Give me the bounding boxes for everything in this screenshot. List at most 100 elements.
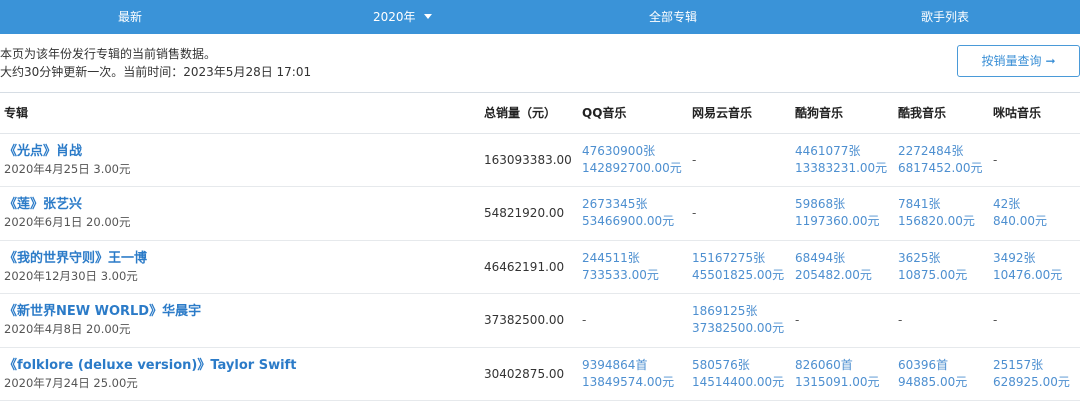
album-release-info: 2020年4月25日 3.00元 [4, 161, 131, 176]
table-row: 《我的世界守则》王一博 2020年12月30日 3.00元 46462191.00 2… [0, 240, 1080, 294]
netease-count: 15167275张 [692, 250, 766, 265]
qq-revenue: 53466900.00元 [582, 214, 675, 229]
total-sales-cell: 54821920.00 [480, 186, 578, 241]
album-cell: 《莲》张艺兴 2020年6月1日 20.00元 [0, 186, 480, 241]
migu-count: 3492张 [993, 250, 1036, 265]
netease-revenue: 14514400.00元 [692, 374, 785, 389]
netease-no-data: - [692, 152, 697, 167]
migu-sales-cell: 42张 840.00元 [989, 186, 1080, 241]
migu-revenue: 840.00元 [993, 214, 1047, 229]
qq-sales-cell: 47630900张 142892700.00元 [578, 133, 688, 187]
netease-sales-cell: 1869125张 37382500.00元 [688, 293, 791, 348]
album-cell: 《我的世界守则》王一博 2020年12月30日 3.00元 [0, 240, 480, 294]
col-header-qq[interactable]: QQ音乐 [578, 93, 688, 134]
total-sales-cell: 46462191.00 [480, 240, 578, 294]
kugou-revenue: 205482.00元 [795, 267, 872, 282]
table-row: 《新世界NEW WORLD》华晨宇 2020年4月8日 20.00元 3738250… [0, 293, 1080, 348]
album-title-link[interactable]: 《莲》张艺兴 [4, 196, 480, 214]
netease-sales-cell: 15167275张 45501825.00元 [688, 240, 791, 294]
kuwo-count: 7841张 [898, 197, 941, 212]
kuwo-revenue: 156820.00元 [898, 214, 975, 229]
qq-sales-cell: - [578, 293, 688, 348]
info-line-1: 本页为该年份发行专辑的当前销售数据。 [0, 47, 217, 61]
kuwo-count: 60396首 [898, 357, 949, 372]
kuwo-sales-cell: 3625张 10875.00元 [894, 240, 989, 294]
nav-all-albums[interactable]: 全部专辑 [649, 0, 697, 34]
album-release-info: 2020年4月8日 20.00元 [4, 322, 131, 337]
col-header-migu[interactable]: 咪咕音乐 [989, 93, 1080, 134]
migu-sales-cell: - [989, 293, 1080, 348]
netease-sales-cell: - [688, 186, 791, 241]
qq-count: 9394864首 [582, 357, 648, 372]
migu-count: 42张 [993, 197, 1021, 212]
sort-by-sales-button[interactable]: 按销量查询 ➞ [957, 45, 1080, 77]
kuwo-sales-cell: 2272484张 6817452.00元 [894, 133, 989, 187]
col-header-netease[interactable]: 网易云音乐 [688, 93, 791, 134]
migu-revenue: 10476.00元 [993, 267, 1063, 282]
info-text: 本页为该年份发行专辑的当前销售数据。 大约30分钟更新一次。当前时间：2023年… [0, 45, 311, 81]
chevron-down-icon [423, 14, 432, 19]
qq-revenue: 142892700.00元 [582, 160, 682, 175]
album-release-info: 2020年7月24日 25.00元 [4, 375, 138, 390]
qq-sales-cell: 244511张 733533.00元 [578, 240, 688, 294]
total-sales-cell: 163093383.00 [480, 133, 578, 187]
kuwo-revenue: 10875.00元 [898, 267, 968, 282]
info-line-2: 大约30分钟更新一次。当前时间：2023年5月28日 17:01 [0, 65, 312, 79]
migu-sales-cell: - [989, 133, 1080, 187]
kuwo-sales-cell: - [894, 293, 989, 348]
kuwo-no-data: - [898, 313, 903, 328]
album-title-link[interactable]: 《光点》肖战 [4, 143, 480, 161]
kugou-revenue: 1315091.00元 [795, 374, 880, 389]
kugou-no-data: - [795, 313, 800, 328]
nav-year-label: 2020年 [373, 10, 416, 24]
netease-no-data: - [692, 206, 697, 221]
col-header-album[interactable]: 专辑 [0, 93, 480, 134]
migu-sales-cell: 3492张 10476.00元 [989, 240, 1080, 294]
kugou-sales-cell: 59868张 1197360.00元 [791, 186, 894, 241]
col-header-kuwo[interactable]: 酷我音乐 [894, 93, 989, 134]
total-sales-cell: 37382500.00 [480, 293, 578, 348]
qq-no-data: - [582, 313, 587, 328]
qq-revenue: 13849574.00元 [582, 374, 675, 389]
album-cell: 《新世界NEW WORLD》华晨宇 2020年4月8日 20.00元 [0, 293, 480, 348]
netease-count: 1869125张 [692, 304, 758, 319]
album-cell: 《folklore (deluxe version)》Taylor Swift 2… [0, 347, 480, 401]
netease-sales-cell: 580576张 14514400.00元 [688, 347, 791, 401]
qq-count: 2673345张 [582, 197, 648, 212]
qq-count: 244511张 [582, 250, 640, 265]
kugou-count: 826060首 [795, 357, 853, 372]
album-cell: 《光点》肖战 2020年4月25日 3.00元 [0, 133, 480, 187]
netease-revenue: 37382500.00元 [692, 321, 785, 336]
netease-revenue: 45501825.00元 [692, 267, 785, 282]
nav-year-dropdown[interactable]: 2020年 [373, 0, 432, 34]
table-row: 《光点》肖战 2020年4月25日 3.00元 163093383.00 476309… [0, 133, 1080, 187]
album-title-link[interactable]: 《新世界NEW WORLD》华晨宇 [4, 303, 480, 321]
kuwo-count: 3625张 [898, 250, 941, 265]
album-title-link[interactable]: 《folklore (deluxe version)》Taylor Swift [4, 357, 480, 375]
arrow-right-icon: ➞ [1045, 54, 1056, 68]
qq-count: 47630900张 [582, 143, 656, 158]
netease-sales-cell: - [688, 133, 791, 187]
nav-latest[interactable]: 最新 [118, 0, 142, 34]
kugou-sales-cell: 4461077张 13383231.00元 [791, 133, 894, 187]
col-header-total[interactable]: 总销量（元） [480, 93, 578, 134]
kugou-sales-cell: - [791, 293, 894, 348]
kuwo-revenue: 94885.00元 [898, 374, 968, 389]
album-release-info: 2020年12月30日 3.00元 [4, 268, 138, 283]
qq-sales-cell: 9394864首 13849574.00元 [578, 347, 688, 401]
total-sales-cell: 30402875.00 [480, 347, 578, 401]
migu-count: 25157张 [993, 357, 1044, 372]
album-release-info: 2020年6月1日 20.00元 [4, 215, 131, 230]
sort-by-sales-label: 按销量查询 [981, 54, 1042, 68]
album-title-link[interactable]: 《我的世界守则》王一博 [4, 250, 480, 268]
kugou-sales-cell: 826060首 1315091.00元 [791, 347, 894, 401]
kugou-revenue: 13383231.00元 [795, 160, 888, 175]
migu-no-data: - [993, 313, 998, 328]
kuwo-count: 2272484张 [898, 143, 964, 158]
kugou-count: 68494张 [795, 250, 846, 265]
nav-singer-list[interactable]: 歌手列表 [921, 0, 969, 34]
qq-sales-cell: 2673345张 53466900.00元 [578, 186, 688, 241]
kugou-count: 59868张 [795, 197, 846, 212]
col-header-kugou[interactable]: 酷狗音乐 [791, 93, 894, 134]
migu-revenue: 628925.00元 [993, 374, 1070, 389]
